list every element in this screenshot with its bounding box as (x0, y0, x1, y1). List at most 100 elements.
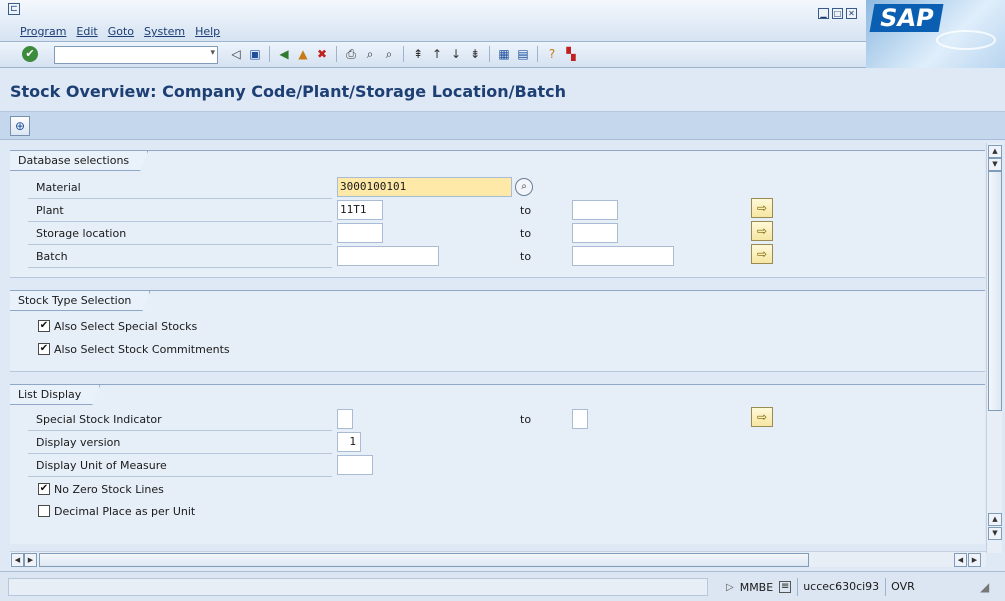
cancel-icon[interactable]: ✖ (314, 46, 330, 62)
row-divider (28, 198, 332, 199)
status-expand-icon[interactable]: ▷ (726, 582, 734, 593)
display-uom-label: Display Unit of Measure (36, 459, 167, 472)
decimal-place-label: Decimal Place as per Unit (54, 504, 196, 518)
toolbar-separator (403, 46, 404, 62)
decimal-place-option[interactable]: Decimal Place as per Unit (38, 502, 195, 520)
stock-commitments-checkbox[interactable]: ✔ (38, 343, 50, 355)
group-title: Stock Type Selection (10, 291, 150, 311)
scroll-right-icon[interactable]: ▶ (968, 553, 981, 567)
scroll-up-icon[interactable]: ▲ (988, 145, 1002, 158)
stock-commitments-option[interactable]: ✔ Also Select Stock Commitments (38, 340, 230, 358)
scroll-up-icon[interactable]: ▲ (988, 513, 1002, 526)
display-uom-input[interactable] (337, 455, 373, 475)
batch-multiple-selection-button[interactable]: ⇨ (751, 244, 773, 264)
shortcut-icon[interactable]: ▤ (515, 46, 531, 62)
scrollbar-thumb[interactable] (39, 553, 809, 567)
stock-commitments-label: Also Select Stock Commitments (54, 342, 230, 356)
storage-location-multiple-selection-button[interactable]: ⇨ (751, 221, 773, 241)
storage-location-from-input[interactable] (337, 223, 383, 243)
server-name: uccec630ci93 (797, 578, 879, 596)
command-history-icon[interactable]: ▾ (210, 48, 215, 58)
first-page-icon[interactable]: ⇞ (410, 46, 426, 62)
insert-mode[interactable]: OVR (885, 578, 915, 596)
toolbar-separator (269, 46, 270, 62)
group-list-display: List Display Special Stock Indicator to … (10, 384, 985, 544)
batch-to-input[interactable] (572, 246, 674, 266)
previous-page-icon[interactable]: ↑ (429, 46, 445, 62)
no-zero-stock-lines-checkbox[interactable]: ✔ (38, 483, 50, 495)
back-icon[interactable]: ◀ (276, 46, 292, 62)
search-help-icon[interactable]: ⌕ (515, 178, 533, 196)
no-zero-stock-lines-label: No Zero Stock Lines (54, 482, 164, 496)
storage-location-label: Storage location (36, 227, 127, 240)
close-icon[interactable]: ✕ (846, 8, 857, 19)
row-divider (28, 453, 332, 454)
page-title: Stock Overview: Company Code/Plant/Stora… (10, 82, 567, 101)
storage-location-to-input[interactable] (572, 223, 618, 243)
menu-list: Program Edit Goto System Help (20, 25, 220, 38)
special-stock-indicator-multiple-selection-button[interactable]: ⇨ (751, 407, 773, 427)
new-session-icon[interactable]: ▦ (496, 46, 512, 62)
toolbar-separator (489, 46, 490, 62)
menu-program[interactable]: Program (20, 25, 66, 38)
group-stock-type-selection: Stock Type Selection ✔ Also Select Speci… (10, 290, 985, 372)
material-label: Material (36, 181, 81, 194)
find-next-icon[interactable]: ⌕ (381, 46, 397, 62)
toolbar-separator (336, 46, 337, 62)
scroll-down-icon[interactable]: ▼ (988, 527, 1002, 540)
menu-edit[interactable]: Edit (76, 25, 97, 38)
row-divider (28, 267, 332, 268)
scrollbar-thumb[interactable] (988, 171, 1002, 411)
print-icon[interactable]: ⎙ (343, 46, 359, 62)
plant-from-input[interactable]: 11T1 (337, 200, 383, 220)
exit-icon[interactable]: ▲ (295, 46, 311, 62)
menu-bar: ⊏ Program Edit Goto System Help ▁ □ ✕ (0, 0, 1005, 42)
maximize-icon[interactable]: □ (832, 8, 843, 19)
plant-to-input[interactable] (572, 200, 618, 220)
execute-button[interactable]: ⊕ (10, 116, 30, 136)
resize-grip-icon[interactable]: ◢ (980, 580, 996, 596)
plant-multiple-selection-button[interactable]: ⇨ (751, 198, 773, 218)
standard-toolbar: ✔ ▾ ◁ ▣ ◀ ▲ ✖ ⎙ ⌕ ⌕ ⇞ ↑ ↓ ⇟ ▦ ▤ ? ▚ (0, 42, 866, 68)
special-stock-indicator-to-input[interactable] (572, 409, 588, 429)
command-input[interactable] (55, 47, 200, 63)
row-divider (28, 430, 332, 431)
menu-goto[interactable]: Goto (108, 25, 134, 38)
vertical-scrollbar[interactable]: ▲ ▼ ▲ ▼ (986, 143, 1002, 553)
minimize-icon[interactable]: ▁ (818, 8, 829, 19)
scroll-left-icon[interactable]: ◀ (11, 553, 24, 567)
sap-logo: SAP (866, 0, 1005, 68)
display-version-input[interactable]: 1 (337, 432, 361, 452)
menu-system[interactable]: System (144, 25, 185, 38)
last-page-icon[interactable]: ⇟ (467, 46, 483, 62)
collapse-icon[interactable]: ◁ (228, 46, 244, 62)
command-field[interactable]: ▾ (54, 46, 218, 64)
toolbar-separator (537, 46, 538, 62)
save-icon[interactable]: ▣ (247, 46, 263, 62)
menu-help[interactable]: Help (195, 25, 220, 38)
special-stocks-checkbox[interactable]: ✔ (38, 320, 50, 332)
scroll-right-icon[interactable]: ▶ (24, 553, 37, 567)
special-stocks-option[interactable]: ✔ Also Select Special Stocks (38, 317, 197, 335)
scroll-down-icon[interactable]: ▼ (988, 158, 1002, 171)
enter-check-icon[interactable]: ✔ (22, 46, 38, 62)
next-page-icon[interactable]: ↓ (448, 46, 464, 62)
application-toolbar: ⊕ (0, 112, 1005, 140)
no-zero-stock-lines-option[interactable]: ✔ No Zero Stock Lines (38, 480, 164, 498)
layout-menu-icon[interactable]: ▚ (563, 46, 579, 62)
help-icon[interactable]: ? (544, 46, 560, 62)
find-icon[interactable]: ⌕ (362, 46, 378, 62)
scroll-left-icon[interactable]: ◀ (954, 553, 967, 567)
system-info-list-icon[interactable]: ≡ (779, 581, 792, 593)
title-bar: Stock Overview: Company Code/Plant/Stora… (0, 68, 1005, 112)
row-divider (28, 244, 332, 245)
batch-from-input[interactable] (337, 246, 439, 266)
material-input[interactable]: 3000100101 (337, 177, 512, 197)
window-menu-icon[interactable]: ⊏ (8, 3, 20, 15)
decimal-place-checkbox[interactable] (38, 505, 50, 517)
plant-to-label: to (520, 204, 532, 217)
execute-icon: ⊕ (14, 119, 26, 133)
special-stock-indicator-from-input[interactable] (337, 409, 353, 429)
row-divider (28, 476, 332, 477)
horizontal-scrollbar[interactable]: ◀ ▶ ◀ ▶ (10, 551, 986, 567)
